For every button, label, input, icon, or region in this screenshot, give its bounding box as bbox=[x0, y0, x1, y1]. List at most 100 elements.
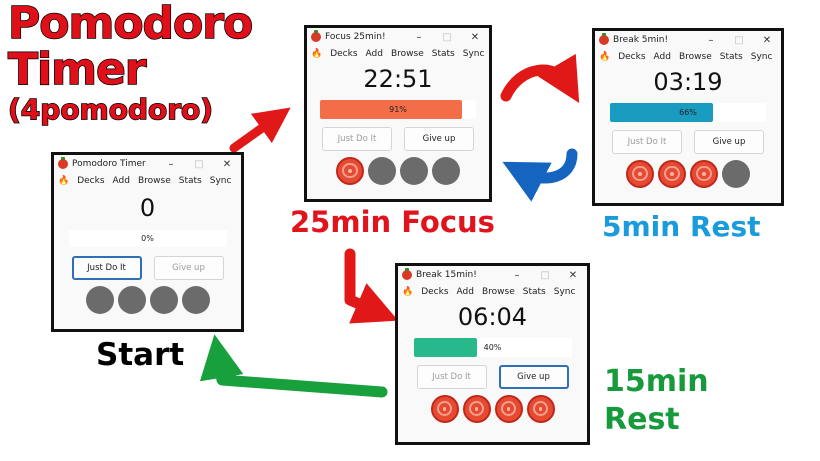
tomato-icon bbox=[690, 159, 718, 188]
fire-icon: 🔥 bbox=[311, 49, 323, 59]
tomato-icon bbox=[626, 159, 654, 188]
menu-stats[interactable]: Stats bbox=[432, 49, 455, 59]
arrow-focus-to-break15 bbox=[344, 248, 399, 324]
menu-decks[interactable]: Decks bbox=[77, 176, 104, 186]
menu-add[interactable]: Add bbox=[654, 52, 671, 62]
maximize-button[interactable]: □ bbox=[433, 32, 461, 43]
menu-browse[interactable]: Browse bbox=[391, 49, 424, 59]
timer-display: 0 bbox=[139, 194, 156, 222]
maximize-button[interactable]: □ bbox=[185, 159, 213, 170]
button-row: Just Do It Give up bbox=[54, 255, 241, 280]
progress-label: 91% bbox=[389, 104, 407, 114]
give-up-button[interactable]: Give up bbox=[498, 364, 569, 389]
tomato-icon bbox=[462, 394, 491, 423]
window-title: Pomodoro Timer bbox=[72, 159, 146, 169]
maximize-button[interactable]: □ bbox=[725, 35, 753, 46]
pomodoro-dots bbox=[307, 156, 489, 185]
fire-icon: 🔥 bbox=[599, 52, 611, 62]
progress-bar: 40% bbox=[413, 337, 572, 357]
close-button[interactable]: ✕ bbox=[213, 159, 241, 170]
tomato-icon bbox=[402, 268, 412, 280]
progress-bar: 0% bbox=[68, 229, 227, 247]
just-do-it-button[interactable]: Just Do It bbox=[322, 126, 392, 151]
fire-icon: 🔥 bbox=[58, 176, 70, 186]
empty-pomodoro-dot bbox=[117, 285, 146, 314]
menu-browse[interactable]: Browse bbox=[679, 52, 712, 62]
rest15-caption-line1: 15min bbox=[604, 364, 709, 399]
timer-display: 22:51 bbox=[363, 65, 433, 93]
progress-bar: 66% bbox=[610, 102, 766, 122]
pomodoro-dots bbox=[595, 159, 781, 188]
button-row: Just Do It Give up bbox=[595, 129, 781, 154]
close-button[interactable]: ✕ bbox=[559, 270, 587, 281]
title-bar: Pomodoro Timer – □ ✕ bbox=[54, 155, 241, 173]
menu-browse[interactable]: Browse bbox=[138, 176, 171, 186]
minimize-button[interactable]: – bbox=[157, 159, 185, 170]
menu-bar: 🔥 Decks Add Browse Stats Sync bbox=[398, 284, 587, 300]
menu-sync[interactable]: Sync bbox=[554, 287, 576, 297]
empty-pomodoro-dot bbox=[149, 285, 178, 314]
empty-pomodoro-dot bbox=[85, 285, 114, 314]
empty-pomodoro-dot bbox=[181, 285, 210, 314]
progress-bar: 91% bbox=[320, 99, 476, 119]
title-bar: Break 15min! – □ ✕ bbox=[398, 266, 587, 284]
window-title: Focus 25min! bbox=[325, 32, 386, 42]
give-up-button[interactable]: Give up bbox=[404, 126, 474, 151]
empty-pomodoro-dot bbox=[432, 156, 460, 185]
window-break5: Break 5min! – □ ✕ 🔥 Decks Add Browse Stats Sync 03… bbox=[592, 28, 784, 206]
rest5-caption: 5min Rest bbox=[602, 210, 761, 243]
give-up-button[interactable]: Give up bbox=[153, 255, 224, 280]
menu-bar: 🔥 Decks Add Browse Stats Sync bbox=[307, 46, 489, 62]
rest15-caption-line2: Rest bbox=[604, 402, 680, 437]
window-title: Break 15min! bbox=[416, 270, 477, 280]
give-up-button[interactable]: Give up bbox=[694, 129, 764, 154]
title-bar: Break 5min! – □ ✕ bbox=[595, 31, 781, 49]
menu-add[interactable]: Add bbox=[366, 49, 383, 59]
timer-display: 06:04 bbox=[457, 303, 528, 331]
just-do-it-button[interactable]: Just Do It bbox=[71, 255, 142, 280]
just-do-it-button[interactable]: Just Do It bbox=[416, 364, 487, 389]
menu-add[interactable]: Add bbox=[113, 176, 130, 186]
menu-decks[interactable]: Decks bbox=[330, 49, 357, 59]
progress-label: 0% bbox=[141, 233, 154, 243]
menu-stats[interactable]: Stats bbox=[523, 287, 546, 297]
arrow-focus-to-break5 bbox=[500, 53, 580, 103]
menu-add[interactable]: Add bbox=[457, 287, 474, 297]
progress-label: 66% bbox=[679, 107, 697, 117]
window-start: Pomodoro Timer – □ ✕ 🔥 Decks Add Browse Stats Syn… bbox=[51, 152, 244, 332]
arrow-start-to-focus bbox=[229, 107, 291, 153]
menu-stats[interactable]: Stats bbox=[179, 176, 202, 186]
menu-sync[interactable]: Sync bbox=[751, 52, 773, 62]
button-row: Just Do It Give up bbox=[307, 126, 489, 151]
tomato-icon bbox=[58, 157, 68, 169]
minimize-button[interactable]: – bbox=[405, 32, 433, 43]
menu-decks[interactable]: Decks bbox=[618, 52, 645, 62]
button-row: Just Do It Give up bbox=[398, 364, 587, 389]
progress-label: 40% bbox=[483, 342, 502, 352]
empty-pomodoro-dot bbox=[400, 156, 428, 185]
close-button[interactable]: ✕ bbox=[461, 32, 489, 43]
start-caption: Start bbox=[96, 337, 185, 373]
empty-pomodoro-dot bbox=[722, 159, 750, 188]
just-do-it-button[interactable]: Just Do It bbox=[612, 129, 682, 154]
pomodoro-dots bbox=[398, 394, 587, 423]
menu-decks[interactable]: Decks bbox=[421, 287, 448, 297]
fire-icon: 🔥 bbox=[402, 287, 414, 297]
menu-bar: 🔥 Decks Add Browse Stats Sync bbox=[54, 173, 241, 189]
window-focus: Focus 25min! – □ ✕ 🔥 Decks Add Browse Stats Sync 2… bbox=[304, 25, 492, 202]
tomato-icon bbox=[599, 33, 609, 45]
window-title: Break 5min! bbox=[613, 35, 669, 45]
timer-display: 03:19 bbox=[653, 68, 723, 96]
maximize-button[interactable]: □ bbox=[531, 270, 559, 281]
menu-stats[interactable]: Stats bbox=[720, 52, 743, 62]
menu-browse[interactable]: Browse bbox=[482, 287, 515, 297]
menu-sync[interactable]: Sync bbox=[463, 49, 485, 59]
minimize-button[interactable]: – bbox=[697, 35, 725, 46]
close-button[interactable]: ✕ bbox=[753, 35, 781, 46]
window-break15: Break 15min! – □ ✕ 🔥 Decks Add Browse Stats Sync 0… bbox=[395, 263, 590, 445]
menu-sync[interactable]: Sync bbox=[210, 176, 232, 186]
tomato-icon bbox=[430, 394, 459, 423]
title-bar: Focus 25min! – □ ✕ bbox=[307, 28, 489, 46]
minimize-button[interactable]: – bbox=[503, 270, 531, 281]
empty-pomodoro-dot bbox=[368, 156, 396, 185]
